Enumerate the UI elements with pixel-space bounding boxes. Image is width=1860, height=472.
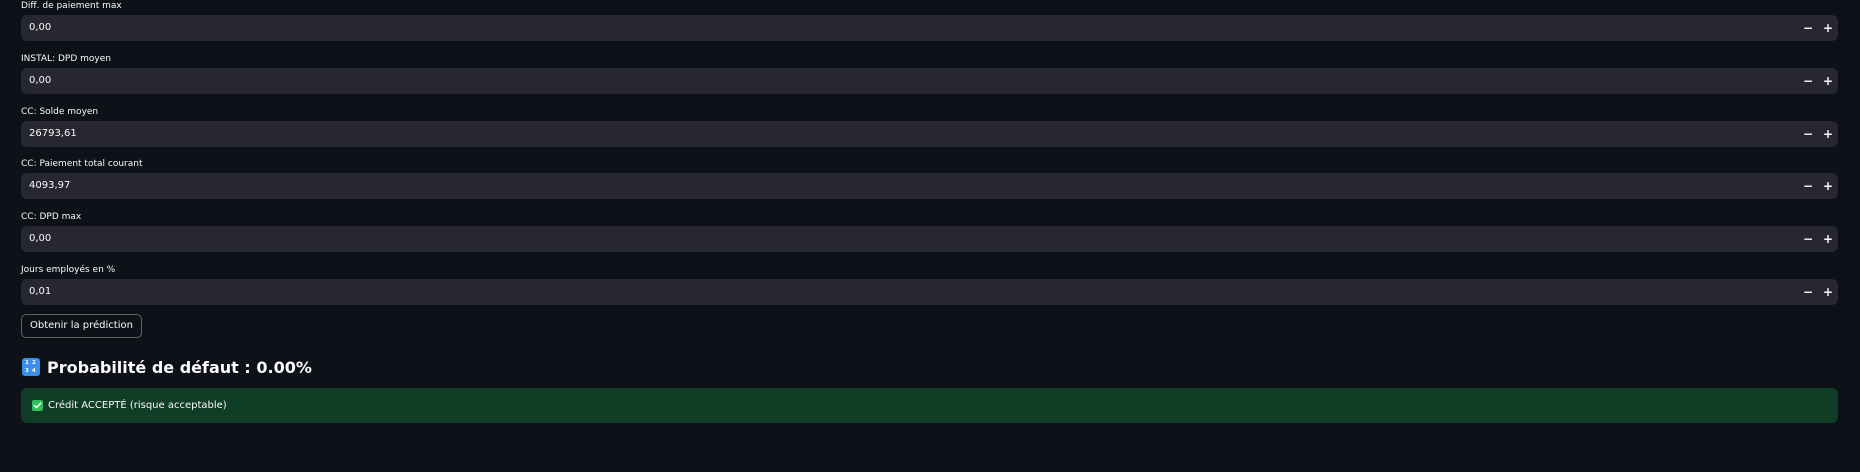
check-mark-button-icon	[32, 400, 43, 411]
predict-button[interactable]: Obtenir la prédiction	[21, 314, 142, 338]
success-alert: Crédit ACCEPTÉ (risque acceptable)	[21, 388, 1838, 423]
alert-message: Crédit ACCEPTÉ (risque acceptable)	[48, 400, 227, 411]
increment-button[interactable]: +	[1818, 176, 1838, 196]
field-label: CC: Paiement total courant	[21, 159, 143, 169]
number-input-box: − +	[21, 173, 1838, 199]
increment-button[interactable]: +	[1818, 124, 1838, 144]
number-input-box: − +	[21, 121, 1838, 147]
decrement-button[interactable]: −	[1798, 229, 1818, 249]
field-label: Diff. de paiement max	[21, 1, 122, 11]
decrement-button[interactable]: −	[1798, 71, 1818, 91]
number-input[interactable]	[29, 15, 1729, 41]
increment-button[interactable]: +	[1818, 282, 1838, 302]
field-label: CC: DPD max	[21, 212, 82, 222]
number-input[interactable]	[29, 68, 1729, 94]
result-heading: 1 2 3 4 Probabilité de défaut : 0.00%	[22, 356, 312, 378]
increment-button[interactable]: +	[1818, 18, 1838, 38]
increment-button[interactable]: +	[1818, 71, 1838, 91]
input-numbers-icon: 1 2 3 4	[22, 358, 40, 376]
number-input-box: − +	[21, 226, 1838, 252]
number-input-box: − +	[21, 15, 1838, 41]
field-label: INSTAL: DPD moyen	[21, 54, 111, 64]
decrement-button[interactable]: −	[1798, 282, 1818, 302]
increment-button[interactable]: +	[1818, 229, 1838, 249]
decrement-button[interactable]: −	[1798, 124, 1818, 144]
number-input[interactable]	[29, 173, 1729, 199]
number-input[interactable]	[29, 226, 1729, 252]
number-input-box: − +	[21, 68, 1838, 94]
field-label: Jours employés en %	[21, 265, 116, 275]
decrement-button[interactable]: −	[1798, 18, 1818, 38]
field-label: CC: Solde moyen	[21, 107, 99, 117]
number-input[interactable]	[29, 279, 1729, 305]
default-probability-heading: Probabilité de défaut : 0.00%	[47, 357, 312, 377]
main-content: Diff. de paiement max − + INSTAL: DPD mo…	[0, 0, 1860, 472]
number-input-box: − +	[21, 279, 1838, 305]
number-input[interactable]	[29, 121, 1729, 147]
decrement-button[interactable]: −	[1798, 176, 1818, 196]
